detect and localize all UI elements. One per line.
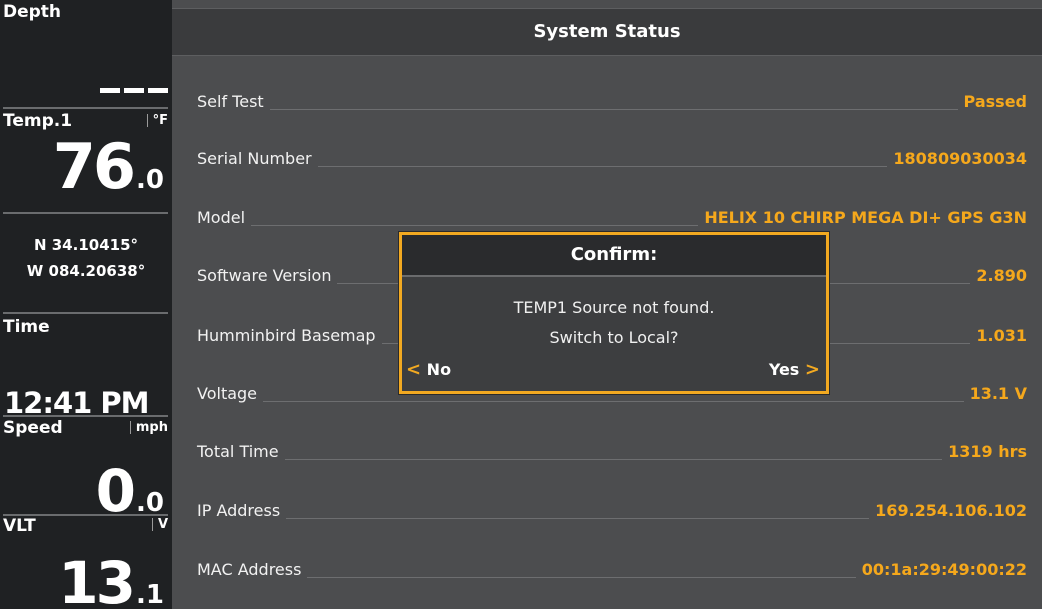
sidebar-divider	[3, 312, 168, 314]
status-row-ip-address: IP Address 169.254.106.102	[197, 493, 1027, 521]
yes-label: Yes	[768, 360, 800, 379]
depth-value-dashes	[96, 78, 168, 97]
row-label: MAC Address	[197, 560, 308, 579]
dialog-title: Confirm:	[570, 244, 658, 265]
temp-label: Temp.1	[3, 111, 73, 131]
confirm-dialog: Confirm: TEMP1 Source not found. Switch …	[399, 232, 829, 394]
title-bar: System Status	[172, 8, 1042, 56]
temp-value-decimal: 0	[145, 165, 164, 195]
status-row-model: Model HELIX 10 CHIRP MEGA DI+ GPS G3N	[197, 200, 1027, 228]
temp-value-int: 76	[52, 130, 136, 203]
vlt-value-decimal: 1	[145, 580, 164, 609]
row-value: 1.031	[970, 326, 1027, 345]
vlt-value: 13.1	[58, 554, 164, 609]
row-label: Software Version	[197, 266, 338, 285]
chevron-right-icon: >	[804, 359, 820, 380]
gps-latitude: N 34.10415°	[33, 236, 139, 254]
row-leader-line	[197, 459, 1027, 460]
yes-button[interactable]: Yes >	[769, 359, 820, 380]
chevron-left-icon: <	[406, 359, 422, 380]
row-value: 13.1 V	[963, 384, 1027, 403]
row-label: Model	[197, 208, 252, 227]
vlt-value-int: 13	[58, 549, 136, 609]
status-row-total-time: Total Time 1319 hrs	[197, 434, 1027, 462]
sidebar-divider	[3, 415, 168, 417]
row-value: 1319 hrs	[942, 442, 1027, 461]
speed-unit: mph	[129, 421, 168, 434]
sidebar-divider	[3, 212, 168, 214]
status-row-self-test: Self Test Passed	[197, 84, 1027, 112]
row-label: Total Time	[197, 442, 285, 461]
row-leader-line	[197, 401, 1027, 402]
row-label: Humminbird Basemap	[197, 326, 382, 345]
data-sidebar: Depth Temp.1 °F 76.0 N 34.10415° W 084.2…	[0, 0, 172, 609]
no-button[interactable]: < No	[406, 359, 451, 380]
row-value: Passed	[957, 92, 1027, 111]
row-value: 00:1a:29:49:00:22	[855, 560, 1027, 579]
row-label: IP Address	[197, 501, 287, 520]
page-title: System Status	[533, 21, 681, 42]
row-value: 169.254.106.102	[869, 501, 1027, 520]
no-label: No	[426, 360, 452, 379]
vlt-label: VLT	[3, 516, 36, 536]
dialog-title-bar: Confirm:	[402, 235, 826, 277]
status-row-mac-address: MAC Address 00:1a:29:49:00:22	[197, 552, 1027, 580]
row-value: HELIX 10 CHIRP MEGA DI+ GPS G3N	[698, 208, 1027, 227]
row-label: Voltage	[197, 384, 264, 403]
row-value: 2.890	[970, 266, 1027, 285]
status-row-serial-number: Serial Number 180809030034	[197, 141, 1027, 169]
dialog-message-line1: TEMP1 Source not found.	[513, 298, 715, 317]
temp-unit: °F	[146, 114, 168, 127]
row-label: Serial Number	[197, 149, 318, 168]
vlt-unit: V	[151, 518, 168, 531]
depth-label: Depth	[3, 2, 62, 22]
time-label: Time	[3, 317, 50, 337]
sidebar-divider	[3, 107, 168, 109]
dialog-message-line2: Switch to Local?	[549, 328, 679, 347]
speed-label: Speed	[3, 418, 63, 438]
temp-value: 76.0	[52, 130, 164, 203]
row-value: 180809030034	[887, 149, 1027, 168]
row-label: Self Test	[197, 92, 270, 111]
row-leader-line	[197, 109, 1027, 110]
gps-longitude: W 084.20638°	[26, 262, 146, 280]
